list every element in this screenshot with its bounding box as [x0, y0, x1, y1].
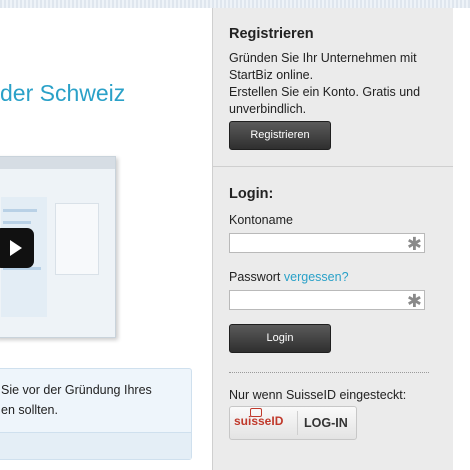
button-separator [297, 411, 298, 435]
video-screen-form [55, 203, 99, 275]
video-browser-bar [0, 157, 115, 169]
register-heading: Registrieren [229, 26, 314, 42]
register-text-2: Erstellen Sie ein Konto. Gratis und unve… [229, 85, 421, 116]
info-box-footer [0, 432, 191, 459]
suisseid-login-label: LOG-IN [304, 416, 348, 430]
required-icon: ✱ [406, 234, 422, 254]
required-icon: ✱ [406, 291, 422, 311]
hero-title: der Schweiz [0, 80, 126, 106]
register-button[interactable]: Registrieren [229, 121, 331, 150]
suisseid-logo: suisseID [234, 414, 284, 428]
info-text-line1: Sie vor der Gründung Ihres [1, 383, 152, 397]
info-text-line2: en sollten. [1, 403, 58, 417]
login-button[interactable]: Login [229, 324, 331, 353]
suisseid-login-button[interactable]: suisseID LOG-IN [229, 406, 357, 440]
top-stripe [0, 0, 470, 8]
forgot-password-link[interactable]: vergessen? [284, 270, 349, 284]
left-content: der Schweiz Sie vor der Gründung Ihres e… [0, 8, 212, 470]
play-icon[interactable] [0, 228, 34, 268]
sidebar: Registrieren Gründen Sie Ihr Unternehmen… [212, 8, 454, 470]
register-text-1: Gründen Sie Ihr Unternehmen mit StartBiz… [229, 51, 417, 82]
account-label: Kontoname [229, 213, 293, 227]
login-heading: Login: [229, 186, 274, 202]
password-label-row: Passwort vergessen? [229, 270, 349, 284]
dotted-divider [229, 372, 429, 373]
video-screen-line [3, 209, 37, 212]
video-screen-line [3, 221, 31, 224]
right-margin [453, 8, 470, 470]
section-divider [213, 166, 453, 167]
password-label: Passwort [229, 270, 281, 284]
account-input[interactable]: ✱ [229, 233, 425, 254]
info-box: Sie vor der Gründung Ihres en sollten. [0, 368, 192, 460]
password-input[interactable]: ✱ [229, 290, 425, 311]
suisseid-note: Nur wenn SuisseID eingesteckt: [229, 388, 407, 402]
